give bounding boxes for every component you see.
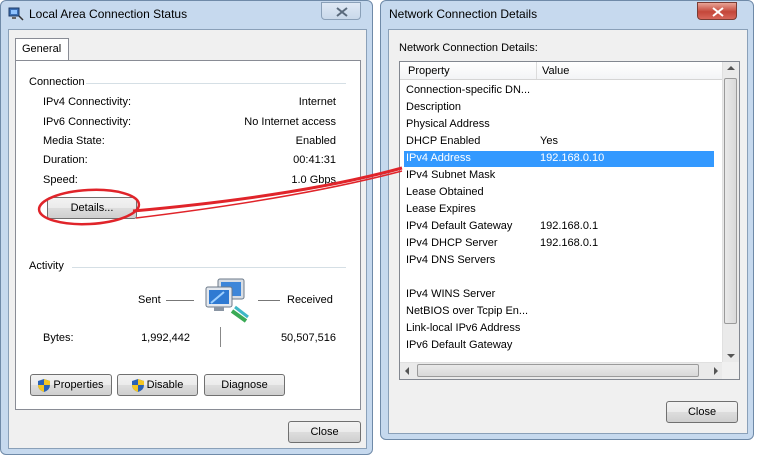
horizontal-scroll-thumb[interactable] [417,364,699,377]
details-row[interactable]: IPv4 Address 192.168.0.10 [404,151,714,167]
details-row-property: IPv4 DNS Servers [406,254,496,266]
bytes-received-value: 50,507,516 [280,332,336,344]
scroll-right-arrow[interactable] [714,367,718,375]
details-row[interactable]: DHCP Enabled Yes [404,134,714,150]
duration-label: Duration: [43,154,88,166]
vertical-scroll-thumb[interactable] [724,78,737,324]
details-row[interactable]: IPv6 Default Gateway [404,338,714,354]
details-row-property: IPv4 Subnet Mask [406,169,496,181]
details-button[interactable]: Details... [47,197,137,219]
status-window: Local Area Connection Status General Con… [0,0,373,455]
ipv6-connectivity-value: No Internet access [244,116,336,128]
status-close-button[interactable]: Close [288,421,361,443]
details-row-value: 192.168.0.10 [540,152,605,164]
details-row[interactable]: IPv4 Subnet Mask [404,168,714,184]
tab-general-label: General [22,43,62,55]
network-computers-icon [205,278,249,323]
general-tab-page: Connection IPv4 Connectivity: Internet I… [15,60,361,410]
connection-group-divider [86,83,346,84]
details-row-value: 192.168.0.1 [540,237,599,249]
shield-icon [131,378,144,392]
tab-general[interactable]: General [15,38,69,61]
details-row[interactable]: Physical Address [404,117,714,133]
details-list-header: Property Value [400,62,723,80]
status-window-close-button[interactable] [321,2,361,20]
ipv4-connectivity-label: IPv4 Connectivity: [43,96,132,108]
connection-group-label: Connection [29,76,85,88]
details-row[interactable]: Description [404,100,714,116]
details-row-value: Yes [540,135,558,147]
activity-group-label: Activity [29,260,64,272]
column-header-divider [536,62,537,79]
details-window-title: Network Connection Details [389,7,538,21]
disable-button[interactable]: Disable [117,374,198,396]
shield-icon [38,378,51,392]
received-line [258,300,280,301]
properties-button-label: Properties [53,379,104,391]
details-row-property: Description [406,101,462,113]
properties-button[interactable]: Properties [30,374,112,396]
media-state-label: Media State: [43,135,105,147]
diagnose-button[interactable]: Diagnose [204,374,285,396]
media-state-value: Enabled [295,135,336,147]
details-row-property: NetBIOS over Tcpip En... [406,305,529,317]
details-row[interactable]: IPv4 WINS Server [404,287,714,303]
bytes-sent-value: 1,992,442 [141,332,190,344]
close-icon [712,7,724,17]
details-row[interactable]: IPv4 DNS Servers [404,253,714,269]
details-row-property: DHCP Enabled [406,135,481,147]
scroll-up-arrow[interactable] [727,66,735,70]
details-row-property: Connection-specific DN... [406,84,531,96]
details-close-button[interactable]: Close [666,401,738,423]
details-row[interactable]: Link-local IPv6 Address [404,321,714,337]
details-row-property: Link-local IPv6 Address [406,322,521,334]
details-row-property: IPv4 WINS Server [406,288,496,300]
speed-value: 1.0 Gbps [291,174,336,186]
bytes-separator [220,327,221,347]
details-row-property: IPv4 DHCP Server [406,237,498,249]
details-row[interactable]: Lease Expires [404,202,714,218]
details-row-property: Lease Obtained [406,186,484,198]
details-row-property: IPv4 Default Gateway [406,220,513,232]
details-row[interactable]: IPv4 DHCP Server 192.168.0.1 [404,236,714,252]
details-row-property: IPv4 Address [406,152,471,164]
horizontal-scrollbar[interactable] [400,362,723,379]
details-row[interactable] [404,270,714,286]
details-row[interactable]: IPv4 Default Gateway 192.168.0.1 [404,219,714,235]
details-row-property: IPv6 Default Gateway [406,339,513,351]
sent-label: Sent [138,294,161,306]
ipv6-connectivity-label: IPv6 Connectivity: [43,116,132,128]
sent-line [166,300,194,301]
vertical-scrollbar[interactable] [722,62,739,362]
scrollbar-corner [722,362,739,379]
network-adapter-icon [8,7,24,21]
received-label: Received [287,294,333,306]
scroll-left-arrow[interactable] [405,367,409,375]
activity-group-divider [72,267,346,268]
details-window-close-button[interactable] [697,2,737,20]
details-row[interactable]: Connection-specific DN... [404,83,714,99]
details-window: Network Connection Details Network Conne… [380,0,754,440]
details-row[interactable]: NetBIOS over Tcpip En... [404,304,714,320]
scroll-down-arrow[interactable] [727,354,735,358]
speed-label: Speed: [43,174,78,186]
bytes-label: Bytes: [43,332,74,344]
details-list[interactable]: Property Value Connection-specific DN...… [399,61,740,380]
status-window-title: Local Area Connection Status [29,7,188,21]
details-row-property: Lease Expires [406,203,476,215]
disable-button-label: Disable [146,379,184,391]
duration-value: 00:41:31 [293,154,336,166]
close-icon [336,7,348,17]
column-header-property[interactable]: Property [408,65,450,77]
details-list-label: Network Connection Details: [399,42,538,54]
column-header-value[interactable]: Value [542,65,569,77]
details-row[interactable]: Lease Obtained [404,185,714,201]
ipv4-connectivity-value: Internet [298,96,336,108]
details-window-client: Network Connection Details: Property Val… [388,29,748,434]
details-row-property: Physical Address [406,118,490,130]
status-window-client: General Connection IPv4 Connectivity: In… [8,29,367,449]
details-row-value: 192.168.0.1 [540,220,599,232]
